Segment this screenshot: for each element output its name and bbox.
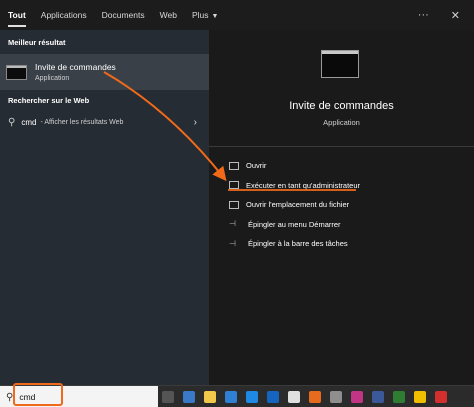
open-icon (229, 161, 239, 170)
action-open[interactable]: Ouvrir (229, 156, 360, 176)
chrome-icon[interactable] (288, 391, 300, 403)
preview-subtitle: Application (323, 118, 360, 127)
action-label: Ouvrir (246, 161, 267, 171)
mail-icon[interactable] (225, 391, 237, 403)
search-icon: ⚲ (6, 391, 14, 403)
filter-tabs: Tout Applications Documents Web Plus ▼ ··… (0, 0, 474, 30)
terminal-icon (6, 64, 27, 80)
action-label: Exécuter en tant qu'administrateur (246, 180, 360, 190)
action-pin-start[interactable]: ⊣ Épingler au menu Démarrer (229, 215, 360, 235)
web-search-header: Rechercher sur le Web (8, 96, 90, 105)
chevron-right-icon[interactable]: › (194, 117, 197, 128)
best-match-item[interactable]: Invite de commandes Application (0, 54, 209, 90)
tab-more-label: Plus (191, 10, 209, 20)
tab-documents[interactable]: Documents (102, 0, 145, 30)
preview-header: Invite de commandes Application (209, 30, 474, 147)
instagram-icon[interactable] (351, 391, 363, 403)
caret-down-icon: ▼ (211, 13, 219, 20)
action-list: Ouvrir Exécuter en tant qu'administrateu… (229, 156, 360, 254)
search-icon: ⚲ (8, 116, 16, 128)
action-label: Épingler à la barre des tâches (248, 239, 348, 249)
best-match-header: Meilleur résultat (8, 38, 66, 47)
tab-web[interactable]: Web (160, 0, 177, 30)
preview-title: Invite de commandes (289, 100, 394, 112)
app-icon[interactable] (435, 391, 447, 403)
pin-icon: ⊣ (229, 238, 236, 248)
web-search-result[interactable]: ⚲ cmd - Afficher les résultats Web › (0, 112, 209, 132)
action-open-file-location[interactable]: Ouvrir l'emplacement du fichier (229, 195, 360, 215)
search-input-value: cmd (19, 392, 36, 402)
results-panel: Meilleur résultat Invite de commandes Ap… (0, 30, 209, 385)
more-options-icon[interactable]: ··· (418, 9, 429, 21)
close-icon[interactable]: ✕ (451, 9, 460, 22)
pin-icon: ⊣ (229, 219, 236, 229)
edge-icon[interactable] (246, 391, 258, 403)
action-run-as-admin[interactable]: Exécuter en tant qu'administrateur (229, 176, 360, 196)
taskbar-icons (162, 386, 456, 407)
action-label: Ouvrir l'emplacement du fichier (246, 200, 350, 210)
best-match-subtitle: Application (35, 74, 70, 82)
word-icon[interactable] (267, 391, 279, 403)
web-hint: - Afficher les résultats Web (40, 118, 124, 126)
file-explorer-icon[interactable] (204, 391, 216, 403)
action-label: Épingler au menu Démarrer (248, 219, 341, 229)
preview-panel: Invite de commandes Application Ouvrir E… (209, 30, 474, 385)
terminal-icon (321, 50, 359, 78)
start-menu: Tout Applications Documents Web Plus ▼ ··… (0, 0, 474, 385)
best-match-title: Invite de commandes (35, 61, 116, 72)
folder-icon (229, 200, 239, 209)
store-icon[interactable] (183, 391, 195, 403)
tab-more[interactable]: Plus ▼ (192, 0, 218, 30)
taskbar: ⚲ cmd (0, 385, 474, 407)
task-view-icon[interactable] (162, 391, 174, 403)
tab-all[interactable]: Tout (8, 0, 26, 30)
app-icon[interactable] (414, 391, 426, 403)
tab-applications[interactable]: Applications (41, 0, 87, 30)
shield-icon (229, 181, 239, 190)
app-icon[interactable] (330, 391, 342, 403)
action-pin-taskbar[interactable]: ⊣ Épingler à la barre des tâches (229, 234, 360, 254)
firefox-icon[interactable] (309, 391, 321, 403)
web-query: cmd (21, 117, 37, 127)
taskbar-search-box[interactable]: ⚲ cmd (0, 386, 158, 407)
app-icon[interactable] (372, 391, 384, 403)
app-icon[interactable] (393, 391, 405, 403)
